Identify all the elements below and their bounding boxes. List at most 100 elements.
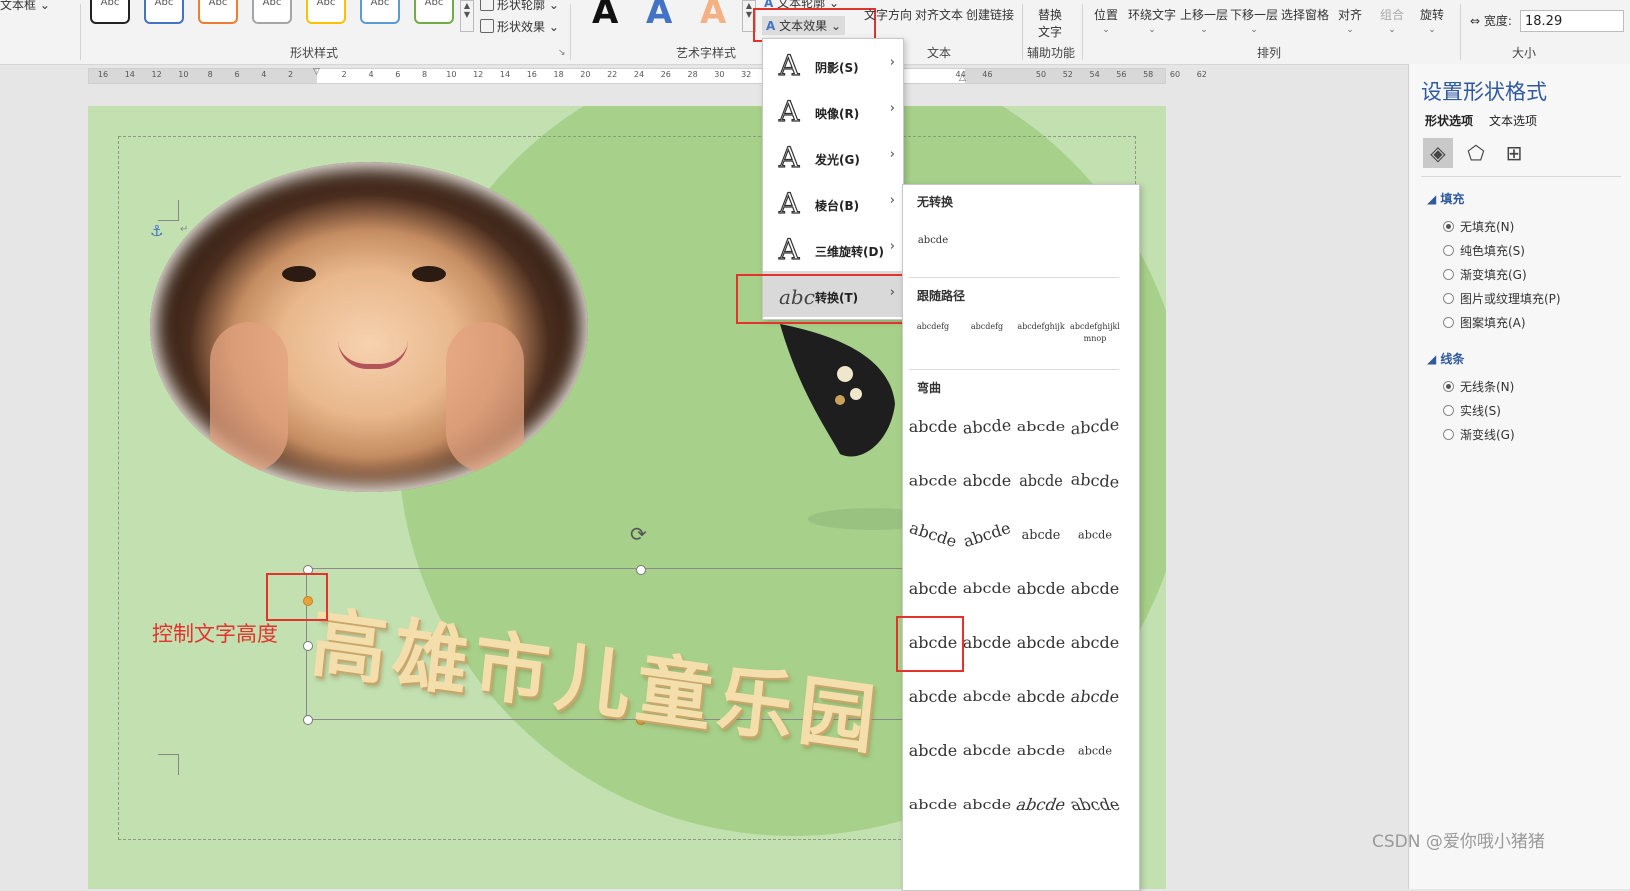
radio-option[interactable]: 渐变线(G)	[1443, 426, 1515, 443]
shape-style-swatch[interactable]: Abc	[144, 0, 184, 24]
warp-option[interactable]: abcde	[1069, 621, 1121, 665]
warp-option[interactable]: abcde	[1015, 675, 1067, 719]
warp-option[interactable]: abcde	[961, 570, 1013, 607]
shape-style-swatch[interactable]: Abc	[90, 0, 130, 24]
follow-path-option[interactable]: abcdefg	[907, 313, 959, 365]
right-indent-marker-icon[interactable]: △	[959, 73, 966, 83]
alt-text-button[interactable]: 替换 文字	[1038, 6, 1062, 40]
warp-option[interactable]: abcde	[1077, 520, 1113, 551]
bring-forward-button[interactable]: 上移一层 ⌄	[1180, 6, 1228, 35]
wordart-style-black[interactable]: A	[592, 0, 618, 32]
warp-option[interactable]: abcde	[961, 732, 1013, 769]
shape-style-swatch[interactable]: Abc	[414, 0, 454, 24]
warp-option[interactable]: abcde	[907, 461, 959, 501]
highlight-transform	[736, 274, 904, 324]
warp-option[interactable]: abcde	[961, 459, 1013, 503]
textbox-button[interactable]: 文本框 ⌄	[0, 0, 50, 13]
follow-path-option[interactable]: abcdefg	[961, 313, 1013, 365]
menu-item-3d-rotation[interactable]: A 三维旋转(D) ›	[763, 225, 903, 271]
shape-outline-button[interactable]: 形状轮廓 ⌄	[480, 0, 559, 13]
radio-option[interactable]: 实线(S)	[1443, 402, 1501, 419]
rotate-handle-icon[interactable]: ⟳	[630, 522, 647, 546]
warp-option[interactable]: abcde	[1061, 783, 1129, 827]
shape-effects-button[interactable]: 形状效果 ⌄	[480, 18, 559, 35]
group-label-size: 大小	[1512, 46, 1537, 60]
warp-option[interactable]: abcde	[1015, 621, 1067, 665]
warp-option[interactable]: abcde	[907, 729, 959, 773]
menu-item-glow[interactable]: A 发光(G) ›	[763, 133, 903, 179]
warp-option[interactable]: abcde	[1069, 402, 1121, 451]
follow-path-option[interactable]: abcdefghijklmnop	[1069, 313, 1121, 365]
highlight-text-effects	[753, 8, 876, 42]
warp-option[interactable]: abcde	[1068, 457, 1123, 505]
group-button[interactable]: 组合 ⌄	[1380, 6, 1404, 35]
warp-option[interactable]: abcde	[1018, 459, 1065, 503]
width-field[interactable]: 18.29	[1520, 10, 1624, 32]
text-direction-button[interactable]: 文字方向	[864, 6, 912, 23]
ruler-tick-label: 10	[446, 70, 457, 79]
group-label-accessibility: 辅助功能	[1027, 46, 1076, 60]
line-section-header[interactable]: ◢ 线条	[1427, 350, 1464, 367]
position-button[interactable]: 位置 ⌄	[1094, 6, 1118, 35]
radio-option[interactable]: 图片或纹理填充(P)	[1443, 290, 1561, 307]
rotate-button[interactable]: 旋转 ⌄	[1420, 6, 1444, 35]
size-properties-icon[interactable]: ⊞	[1499, 138, 1529, 168]
radio-option[interactable]: 无填充(N)	[1443, 218, 1514, 235]
no-transform-option[interactable]: abcde	[907, 219, 959, 263]
warp-option[interactable]: abcde	[960, 403, 1015, 451]
menu-item-reflection[interactable]: A 映像(R) ›	[763, 87, 903, 133]
radio-option[interactable]: 图案填充(A)	[1443, 314, 1526, 331]
warp-option[interactable]: abcde	[907, 675, 959, 719]
shape-style-swatch[interactable]: Abc	[198, 0, 238, 24]
warp-option[interactable]: abcde	[907, 787, 959, 822]
selection-pane-button[interactable]: 选择窗格	[1281, 6, 1329, 23]
butterfly-image[interactable]	[770, 314, 900, 464]
fill-section-header[interactable]: ◢ 填充	[1427, 190, 1464, 207]
create-link-button[interactable]: 创建链接	[966, 6, 1014, 23]
tab-shape-options[interactable]: 形状选项	[1425, 112, 1473, 129]
warp-option[interactable]: abcde	[955, 506, 1018, 564]
warp-option[interactable]: abcde	[961, 787, 1013, 822]
radio-option[interactable]: 纯色填充(S)	[1443, 242, 1525, 259]
warp-option[interactable]: abcde	[1015, 733, 1067, 768]
resize-handle[interactable]	[636, 565, 646, 575]
effects-pentagon-icon[interactable]: ⬠	[1461, 138, 1491, 168]
menu-item-shadow[interactable]: A 阴影(S) ›	[763, 41, 903, 87]
warp-option[interactable]: abcde	[903, 506, 965, 564]
shape-style-swatch[interactable]: Abc	[252, 0, 292, 24]
warp-option[interactable]: abcde	[1015, 567, 1067, 611]
radio-option[interactable]: 无线条(N)	[1443, 378, 1514, 395]
girl-photo[interactable]	[150, 162, 588, 492]
wordart-style-orange[interactable]: A	[700, 0, 726, 32]
align-text-button[interactable]: 对齐文本	[915, 6, 963, 23]
indent-marker-icon[interactable]: ▽	[313, 67, 320, 77]
ruler-tick-label: 28	[687, 70, 698, 79]
warp-option[interactable]: abcde	[1066, 675, 1124, 719]
warp-option[interactable]: abcde	[907, 567, 959, 611]
tab-text-options[interactable]: 文本选项	[1489, 112, 1537, 129]
shape-style-swatch[interactable]: Abc	[360, 0, 400, 24]
anchor-icon[interactable]: ⚓	[150, 222, 163, 240]
horizontal-ruler[interactable]: 16 14 12 10 8 6 4 2 2 4 6 8 10 12 14 16 18 20 22 24 26 28 30 32…	[88, 67, 1207, 84]
warp-option[interactable]: abcde	[961, 621, 1013, 665]
menu-item-bevel[interactable]: A 棱台(B) ›	[763, 179, 903, 225]
wrap-text-button[interactable]: 环绕文字 ⌄	[1128, 6, 1176, 35]
shape-style-swatch[interactable]: Abc	[306, 0, 346, 24]
warp-option[interactable]: abcde	[961, 678, 1013, 715]
wordart-style-blue[interactable]: A	[646, 0, 672, 32]
warp-option[interactable]: abcde	[907, 405, 959, 449]
resize-handle[interactable]	[303, 715, 313, 725]
align-button[interactable]: 对齐 ⌄	[1338, 6, 1362, 35]
style-gallery-scroll[interactable]: ▲ ▼	[460, 0, 474, 32]
warp-option[interactable]: abcde	[1069, 567, 1121, 611]
follow-path-heading: 跟随路径	[917, 289, 966, 303]
warp-option[interactable]: abcde	[1020, 517, 1062, 552]
send-backward-button[interactable]: 下移一层 ⌄	[1230, 6, 1278, 35]
fill-line-icon[interactable]: ◈	[1423, 138, 1453, 168]
pen-icon	[480, 0, 494, 11]
follow-path-option[interactable]: abcdefghijk	[1015, 313, 1067, 365]
warp-option[interactable]: abcde	[1077, 736, 1113, 767]
radio-option[interactable]: 渐变填充(G)	[1443, 266, 1527, 283]
dialog-launcher-icon[interactable]: ↘	[558, 48, 566, 58]
warp-option[interactable]: abcde	[1015, 409, 1067, 444]
